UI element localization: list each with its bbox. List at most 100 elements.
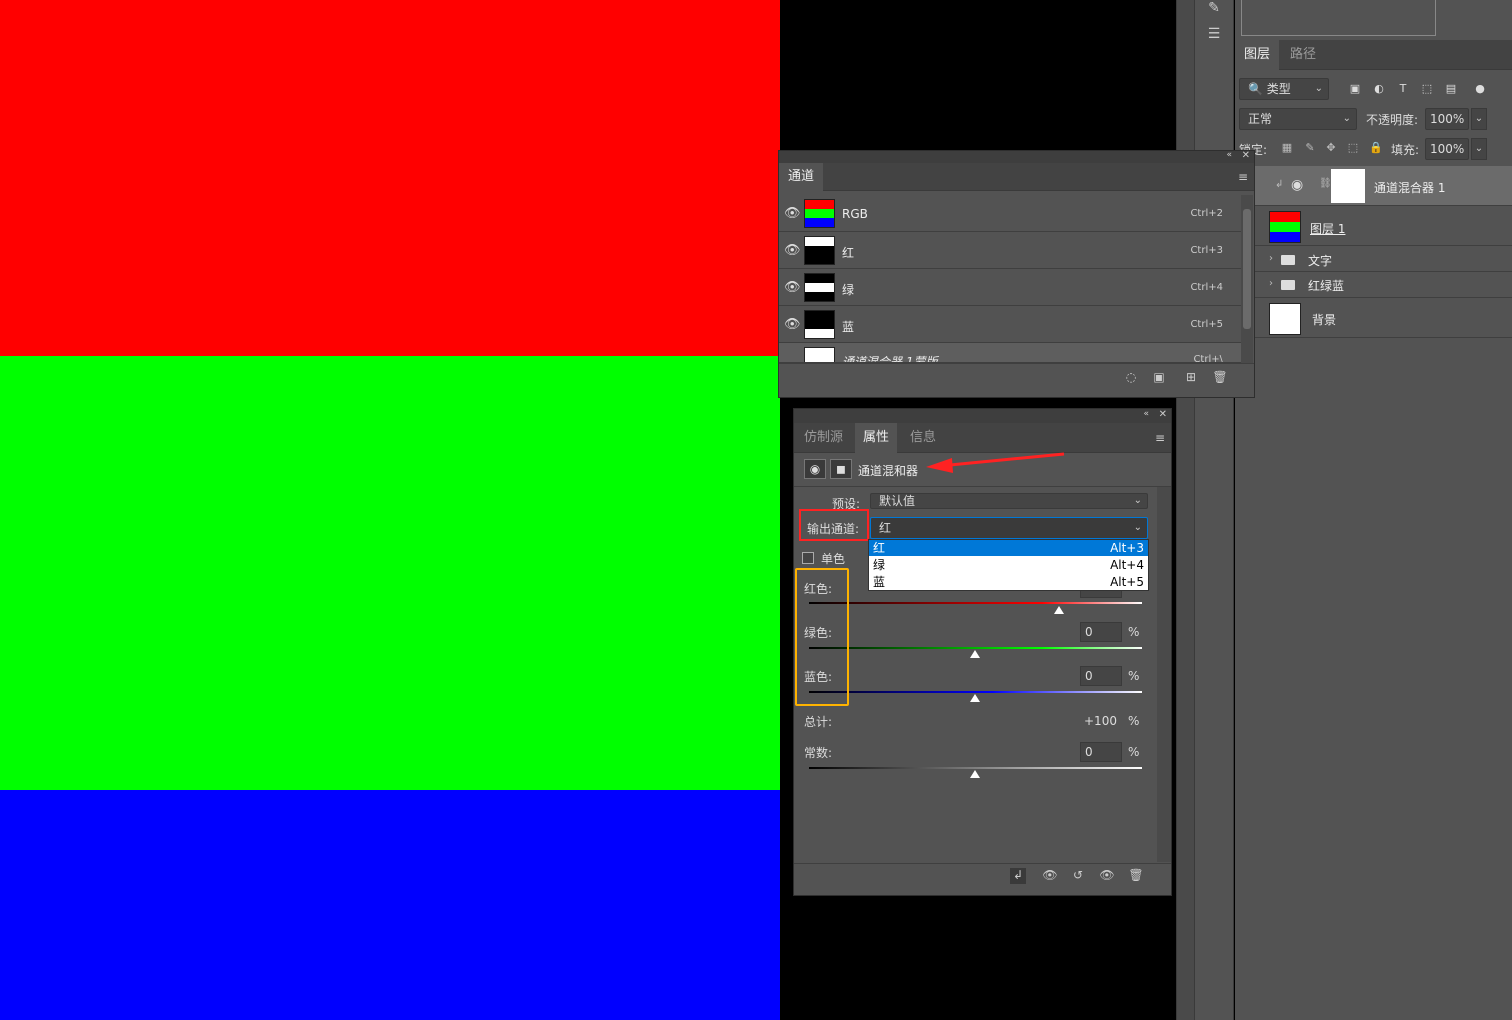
type-filter-icon[interactable]: T — [1396, 82, 1410, 96]
green-slider-thumb[interactable] — [970, 650, 980, 658]
collapse-icon[interactable]: « — [1143, 409, 1149, 419]
fill-input[interactable]: 100% — [1425, 138, 1469, 160]
panel-header[interactable]: « ✕ — [794, 409, 1171, 423]
lock-all-icon[interactable]: 🔒 — [1369, 141, 1383, 155]
tab-clone-source[interactable]: 仿制源 — [796, 423, 851, 453]
shape-filter-icon[interactable]: ⬚ — [1420, 82, 1434, 96]
dropdown-option-green[interactable]: 绿 Alt+4 — [869, 557, 1148, 573]
document-canvas[interactable] — [0, 0, 780, 1020]
properties-footer: ↲ 👁 ↺ 👁 🗑 — [794, 863, 1171, 889]
eye-icon[interactable]: 👁 — [784, 280, 801, 295]
dropdown-option-blue[interactable]: 蓝 Alt+5 — [869, 574, 1148, 590]
brush-settings-icon[interactable]: ✎ — [1203, 0, 1225, 18]
layer-filter-select[interactable]: 🔍 类型 ⌄ — [1239, 78, 1329, 100]
green-slider-track[interactable] — [809, 647, 1142, 649]
constant-slider-track[interactable] — [809, 767, 1142, 769]
output-channel-value: 红 — [879, 521, 892, 535]
output-channel-select[interactable]: 红 ⌄ — [870, 517, 1148, 539]
clip-to-layer-icon[interactable]: ↲ — [1010, 868, 1026, 884]
layer-row-background[interactable]: 背景 — [1235, 299, 1512, 338]
blue-slider-track[interactable] — [809, 691, 1142, 693]
folder-icon — [1281, 255, 1295, 265]
view-previous-state-icon[interactable]: 👁 — [1042, 868, 1058, 884]
layer-row-rgb-group[interactable]: › 红绿蓝 — [1235, 272, 1512, 298]
close-icon[interactable]: ✕ — [1242, 150, 1250, 161]
layer-row-layer1[interactable]: 图层 1 — [1235, 207, 1512, 246]
visibility-icon[interactable]: 👁 — [1099, 868, 1115, 884]
channel-shortcut: Ctrl+4 — [1190, 282, 1223, 293]
eye-icon[interactable]: 👁 — [784, 317, 801, 332]
layer-row-channel-mixer[interactable]: ↲ ◉ ⛓ 通道混合器 1 — [1235, 166, 1512, 206]
constant-value-input[interactable]: 0 — [1080, 742, 1122, 762]
channel-row-red[interactable]: 👁 红 Ctrl+3 — [779, 232, 1241, 269]
tab-info[interactable]: 信息 — [902, 423, 944, 453]
lock-position-icon[interactable]: ✥ — [1324, 141, 1338, 155]
trash-icon[interactable]: 🗑 — [1128, 868, 1144, 884]
properties-panel: « ✕ 仿制源 属性 信息 ≡ ◉ ◼ 通道混和器 预设: 默认值 ⌄ 输出通道… — [793, 408, 1172, 896]
eye-icon[interactable]: 👁 — [784, 243, 801, 258]
lock-artboard-icon[interactable]: ⬚ — [1346, 141, 1360, 155]
eye-icon[interactable]: 👁 — [784, 206, 801, 221]
search-icon: 🔍 — [1248, 82, 1263, 96]
lock-transparency-icon[interactable]: ▦ — [1280, 141, 1294, 155]
green-value-input[interactable]: 0 — [1080, 622, 1122, 642]
properties-scrollbar[interactable] — [1157, 487, 1171, 862]
opacity-dropdown[interactable]: ⌄ — [1471, 108, 1487, 130]
opacity-input[interactable]: 100% — [1425, 108, 1469, 130]
tab-paths[interactable]: 路径 — [1281, 40, 1325, 70]
dropdown-option-red[interactable]: 红 Alt+3 — [869, 540, 1148, 556]
monochrome-checkbox[interactable] — [802, 552, 814, 564]
navigator-preview — [1241, 0, 1436, 36]
channel-mixer-icon[interactable]: ◉ — [804, 459, 826, 479]
option-shortcut: Alt+4 — [1110, 558, 1144, 572]
constant-slider-thumb[interactable] — [970, 770, 980, 778]
lock-pixels-icon[interactable]: ✎ — [1303, 141, 1317, 155]
layer-mask-thumbnail[interactable] — [1331, 169, 1365, 203]
red-slider-thumb[interactable] — [1053, 606, 1064, 614]
reset-icon[interactable]: ↺ — [1070, 868, 1086, 884]
adjustment-layer-icon: ◉ — [1291, 177, 1304, 193]
collapse-icon[interactable]: « — [1226, 150, 1232, 160]
panel-menu-icon[interactable]: ≡ — [1238, 170, 1248, 184]
trash-icon[interactable]: 🗑 — [1212, 370, 1228, 386]
expand-chevron-icon[interactable]: › — [1269, 278, 1273, 289]
load-selection-icon[interactable]: ◌ — [1123, 370, 1139, 386]
expand-chevron-icon[interactable]: › — [1269, 253, 1273, 264]
channels-scrollbar[interactable] — [1241, 195, 1253, 363]
blue-slider-thumb[interactable] — [970, 694, 980, 702]
save-selection-icon[interactable]: ▣ — [1151, 370, 1167, 386]
folder-icon — [1281, 280, 1295, 290]
channel-thumbnail — [804, 273, 835, 302]
adjustments-icon[interactable]: ☰ — [1203, 26, 1225, 44]
channel-row-mask[interactable]: 通道混合器 1蒙版 Ctrl+\ — [779, 343, 1241, 363]
close-icon[interactable]: ✕ — [1159, 409, 1167, 420]
red-slider-track[interactable] — [809, 602, 1142, 604]
option-shortcut: Alt+3 — [1110, 541, 1144, 555]
adjustment-filter-icon[interactable]: ◐ — [1372, 82, 1386, 96]
scrollbar-thumb[interactable] — [1243, 209, 1251, 329]
blend-mode-select[interactable]: 正常 ⌄ — [1239, 108, 1357, 130]
fill-dropdown[interactable]: ⌄ — [1471, 138, 1487, 160]
filter-type-label: 类型 — [1266, 82, 1291, 96]
filter-toggle-icon[interactable]: ● — [1473, 82, 1487, 96]
channel-name: 绿 — [842, 283, 855, 297]
blue-value-input[interactable]: 0 — [1080, 666, 1122, 686]
tab-properties[interactable]: 属性 — [855, 423, 898, 453]
preset-select[interactable]: 默认值 ⌄ — [870, 493, 1148, 509]
panel-header[interactable]: « ✕ — [779, 150, 1254, 163]
channel-row-rgb[interactable]: 👁 RGB Ctrl+2 — [779, 195, 1241, 232]
mask-icon[interactable]: ◼ — [830, 459, 852, 479]
tab-channels[interactable]: 通道 — [779, 163, 824, 191]
channel-row-green[interactable]: 👁 绿 Ctrl+4 — [779, 269, 1241, 306]
tab-layers[interactable]: 图层 — [1235, 40, 1280, 70]
clip-arrow-icon: ↲ — [1275, 179, 1284, 190]
panel-menu-icon[interactable]: ≡ — [1155, 431, 1165, 445]
visibility-toggle[interactable] — [1253, 178, 1267, 192]
channel-row-blue[interactable]: 👁 蓝 Ctrl+5 — [779, 306, 1241, 343]
new-channel-icon[interactable]: ⊞ — [1183, 370, 1199, 386]
adjustment-title: 通道混和器 — [858, 464, 919, 478]
pixel-filter-icon[interactable]: ▣ — [1348, 82, 1362, 96]
layer-row-text-group[interactable]: › 文字 — [1235, 247, 1512, 272]
layers-tabbar: 图层 路径 — [1235, 40, 1512, 70]
smartobject-filter-icon[interactable]: ▤ — [1444, 82, 1458, 96]
